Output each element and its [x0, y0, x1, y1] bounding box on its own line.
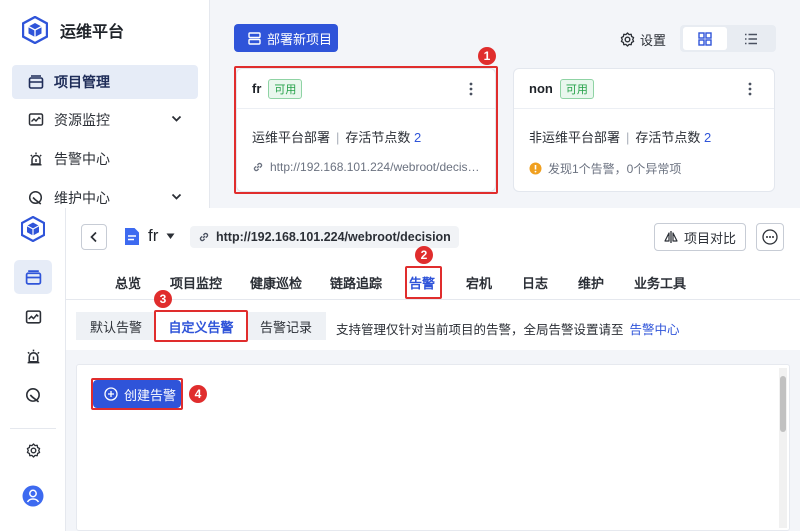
project-selector[interactable]: fr — [124, 226, 175, 246]
monitor-icon — [25, 309, 42, 326]
alarm-icon — [25, 348, 42, 365]
project-url[interactable]: http://192.168.101.224/webroot/decision — [190, 226, 459, 248]
settings-label: 设置 — [640, 33, 667, 48]
caret-down-icon — [166, 233, 175, 240]
tab-trace[interactable]: 链路追踪 — [330, 273, 382, 292]
grid-view-button[interactable] — [683, 27, 727, 50]
deploy-icon — [248, 31, 261, 45]
tab-downtime[interactable]: 宕机 — [466, 273, 492, 292]
more-vertical-icon[interactable] — [748, 82, 752, 96]
nav-label: 项目管理 — [54, 74, 110, 90]
rail-item-alarm[interactable] — [14, 339, 52, 373]
tab-logs[interactable]: 日志 — [522, 273, 548, 292]
nav-item-resource-monitor[interactable]: 资源监控 — [12, 103, 198, 137]
tab-health-check[interactable]: 健康巡检 — [250, 273, 302, 292]
more-options-button[interactable] — [756, 223, 784, 251]
card-warning: 发现1个告警，0个异常项 — [529, 160, 681, 177]
project-url-text: http://192.168.101.224/webroot/decision — [216, 230, 451, 244]
rail-item-project[interactable] — [14, 260, 52, 294]
nav-label: 告警中心 — [54, 151, 110, 167]
sidebar: 运维平台 项目管理 资源监控 告警中心 维护中心 — [0, 0, 210, 208]
scrollbar-thumb[interactable] — [780, 376, 786, 432]
tab-project-monitor[interactable]: 项目监控 — [170, 273, 222, 292]
project-name: fr — [148, 226, 159, 245]
alarm-list-panel — [76, 364, 790, 531]
list-icon — [744, 32, 758, 46]
alarm-center-link[interactable]: 告警中心 — [630, 323, 680, 337]
document-icon — [124, 227, 140, 246]
chevron-left-icon — [89, 231, 99, 243]
project-icon — [25, 269, 42, 286]
settings-button[interactable]: 设置 — [620, 30, 666, 49]
annotation-badge: 3 — [154, 290, 172, 308]
gear-icon — [620, 32, 635, 47]
grid-icon — [698, 31, 712, 46]
nav-label: 维护中心 — [54, 190, 110, 206]
card-info: 非运维平台部署 | 存活节点数 2 — [529, 127, 711, 146]
card-warning-text: 发现1个告警，0个异常项 — [548, 162, 682, 176]
list-view-button[interactable] — [729, 27, 773, 50]
compare-label: 项目对比 — [683, 230, 736, 246]
annotation-badge: 4 — [189, 385, 207, 403]
subtab-alarm-records[interactable]: 告警记录 — [246, 312, 326, 340]
nav-item-maintenance-center[interactable]: 维护中心 — [12, 181, 198, 208]
card-nodes-count: 2 — [704, 130, 712, 145]
separator: | — [626, 130, 630, 145]
annotation-badge: 2 — [415, 246, 433, 264]
card-project-name: non — [529, 81, 553, 96]
subtab-default-alarm[interactable]: 默认告警 — [76, 312, 156, 340]
rail-settings[interactable] — [14, 433, 52, 467]
card-nodes-label: 存活节点数 — [635, 130, 701, 145]
rail-item-monitor[interactable] — [14, 300, 52, 334]
bottom-screenshot: fr http://192.168.101.224/webroot/decisi… — [0, 208, 800, 531]
user-icon — [22, 485, 44, 507]
chevron-down-icon — [171, 191, 182, 202]
card-desc: 非运维平台部署 — [529, 130, 621, 145]
highlight-box — [154, 310, 248, 342]
sidebar-rail — [0, 208, 66, 531]
project-card-non[interactable]: non 可用 非运维平台部署 | 存活节点数 2 发现1个告警，0个异常项 — [513, 68, 775, 192]
card-header: non 可用 — [514, 69, 774, 109]
divider — [10, 428, 56, 429]
nav-label: 资源监控 — [54, 112, 110, 128]
hint-message: 支持管理仅针对当前项目的告警，全局告警设置请至 — [336, 323, 624, 337]
highlight-box — [234, 66, 498, 194]
more-horizontal-icon — [762, 229, 778, 245]
deploy-project-label: 部署新项目 — [267, 31, 333, 47]
tab-maintenance[interactable]: 维护 — [578, 273, 604, 292]
top-screenshot: 运维平台 项目管理 资源监控 告警中心 维护中心 部署新项目 设置 fr 可用 … — [0, 0, 800, 208]
maintenance-icon — [25, 387, 42, 404]
maintenance-icon — [28, 190, 44, 206]
tab-overview[interactable]: 总览 — [115, 273, 141, 292]
user-avatar[interactable] — [14, 479, 52, 513]
highlight-box — [91, 378, 183, 410]
highlight-box — [405, 266, 442, 299]
hint-text: 支持管理仅针对当前项目的告警，全局告警设置请至 告警中心 — [336, 319, 680, 338]
alarm-icon — [28, 151, 44, 167]
brand: 运维平台 — [22, 16, 124, 44]
logo-icon — [21, 216, 45, 242]
view-toggle — [680, 25, 776, 52]
project-icon — [28, 74, 44, 90]
compare-icon — [664, 230, 678, 244]
monitor-icon — [28, 112, 44, 128]
warning-icon — [529, 162, 542, 175]
compare-button[interactable]: 项目对比 — [654, 223, 746, 251]
back-button[interactable] — [81, 224, 107, 250]
chevron-down-icon — [171, 113, 182, 124]
tab-business-tools[interactable]: 业务工具 — [634, 273, 686, 292]
annotation-badge: 1 — [478, 47, 496, 65]
deploy-project-button[interactable]: 部署新项目 — [234, 24, 338, 52]
status-badge: 可用 — [559, 78, 594, 99]
nav-item-alarm-center[interactable]: 告警中心 — [12, 142, 198, 176]
logo-icon — [22, 16, 48, 44]
rail-item-maintenance[interactable] — [14, 378, 52, 412]
nav-item-project-management[interactable]: 项目管理 — [12, 65, 198, 99]
brand-title: 运维平台 — [60, 24, 125, 41]
gear-icon — [26, 442, 41, 458]
link-icon — [198, 231, 210, 243]
logo-button[interactable] — [14, 212, 52, 246]
